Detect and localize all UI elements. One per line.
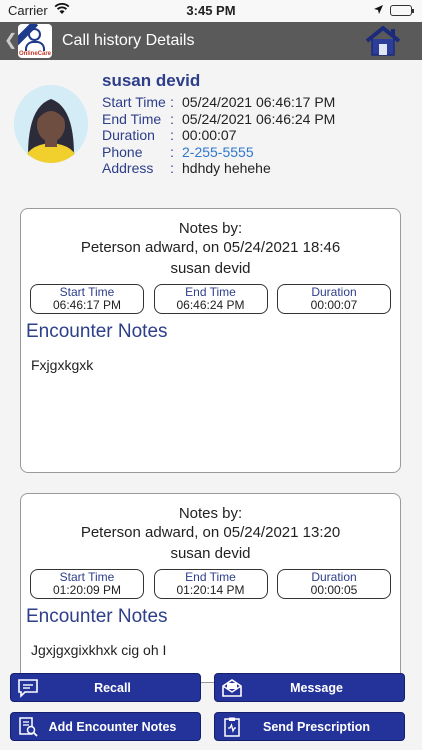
- document-search-icon: [17, 716, 39, 738]
- end-time-value: 01:20:14 PM: [176, 583, 245, 597]
- chat-bubble-icon: [17, 677, 39, 699]
- info-label: Phone: [102, 143, 143, 160]
- info-value: 05/24/2021 06:46:24 PM: [182, 110, 336, 127]
- notes-by-label: Notes by:: [178, 505, 243, 522]
- info-label: Duration: [102, 127, 155, 143]
- recall-button-label: Recall: [94, 680, 131, 695]
- note-patient-name: susan devid: [170, 260, 251, 277]
- end-time-value: 06:46:24 PM: [176, 298, 245, 312]
- notes-by-label: Notes by:: [178, 220, 243, 237]
- envelope-icon: [221, 677, 243, 699]
- home-icon[interactable]: [364, 25, 402, 57]
- duration-value: 00:00:05: [310, 583, 358, 597]
- patient-info: Start Time : 05/24/2021 06:46:17 PM End …: [102, 94, 335, 177]
- note-card: Notes by: Peterson adward, on 05/24/2021…: [20, 493, 401, 683]
- end-time-box: End Time 06:46:24 PM: [153, 284, 268, 314]
- message-button-label: Message: [290, 680, 343, 695]
- duration-value: 00:00:07: [310, 298, 358, 312]
- info-value: 05/24/2021 06:46:17 PM: [182, 94, 336, 110]
- battery-icon: [390, 5, 414, 16]
- info-row-end-time: End Time : 05/24/2021 06:46:24 PM: [102, 111, 335, 128]
- info-row-start-time: Start Time : 05/24/2021 06:46:17 PM: [102, 94, 335, 111]
- patient-avatar: [14, 85, 88, 163]
- info-row-address: Address : hdhdy hehehe: [102, 160, 335, 177]
- add-encounter-notes-button[interactable]: Add Encounter Notes: [10, 712, 201, 741]
- start-time-value: 01:20:09 PM: [52, 583, 122, 597]
- note-author: Peterson adward, on 05/24/2021 13:20: [80, 524, 341, 541]
- info-separator: :: [170, 160, 174, 176]
- status-bar: Carrier 3:45 PM: [0, 0, 422, 22]
- encounter-notes-text: Jgxjgxgixkhxk cig oh I: [31, 642, 167, 658]
- encounter-notes-title: Encounter Notes: [26, 606, 168, 627]
- logo-brand-text: OnlineCare: [18, 51, 51, 57]
- clock: 3:45 PM: [186, 3, 236, 18]
- app-logo: OnlineCare: [18, 24, 52, 58]
- phone-link[interactable]: 2-255-5555: [182, 144, 254, 161]
- encounter-notes-title: Encounter Notes: [26, 321, 168, 342]
- duration-box: Duration 00:00:05: [277, 569, 391, 599]
- info-separator: :: [170, 94, 174, 110]
- recall-button[interactable]: Recall: [10, 673, 201, 702]
- info-separator: :: [170, 127, 174, 143]
- back-chevron-icon[interactable]: ❮: [4, 30, 17, 50]
- info-separator: :: [170, 143, 174, 160]
- message-button[interactable]: Message: [214, 673, 405, 702]
- info-row-duration: Duration : 00:00:07: [102, 127, 335, 144]
- send-prescription-button[interactable]: Send Prescription: [214, 712, 405, 741]
- note-time-row: Start Time 06:46:17 PM End Time 06:46:24…: [30, 284, 391, 314]
- note-author: Peterson adward, on 05/24/2021 18:46: [80, 239, 341, 256]
- location-arrow-icon: [373, 3, 384, 18]
- info-value: hdhdy hehehe: [182, 160, 271, 176]
- info-label: End Time: [102, 110, 162, 127]
- note-time-row: Start Time 01:20:09 PM End Time 01:20:14…: [30, 569, 391, 599]
- send-prescription-label: Send Prescription: [263, 719, 370, 734]
- nav-bar: ❮ OnlineCare Call history Details: [0, 22, 422, 60]
- info-label: Address: [102, 160, 154, 176]
- clipboard-icon: [221, 716, 243, 738]
- duration-box: Duration 00:00:07: [277, 284, 391, 314]
- patient-name: susan devid: [102, 71, 201, 90]
- note-card: Notes by: Peterson adward, on 05/24/2021…: [20, 208, 401, 473]
- info-label: Start Time: [102, 94, 166, 110]
- info-row-phone: Phone : 2-255-5555: [102, 144, 335, 161]
- encounter-notes-text: Fxjgxkgxk: [31, 357, 94, 373]
- info-separator: :: [170, 110, 174, 127]
- start-time-value: 06:46:17 PM: [52, 298, 122, 312]
- end-time-box: End Time 01:20:14 PM: [153, 569, 268, 599]
- add-encounter-notes-label: Add Encounter Notes: [48, 719, 177, 734]
- start-time-box: Start Time 01:20:09 PM: [30, 569, 144, 599]
- info-value: 00:00:07: [182, 127, 237, 143]
- page-title: Call history Details: [62, 32, 195, 49]
- start-time-box: Start Time 06:46:17 PM: [30, 284, 144, 314]
- note-patient-name: susan devid: [170, 545, 251, 562]
